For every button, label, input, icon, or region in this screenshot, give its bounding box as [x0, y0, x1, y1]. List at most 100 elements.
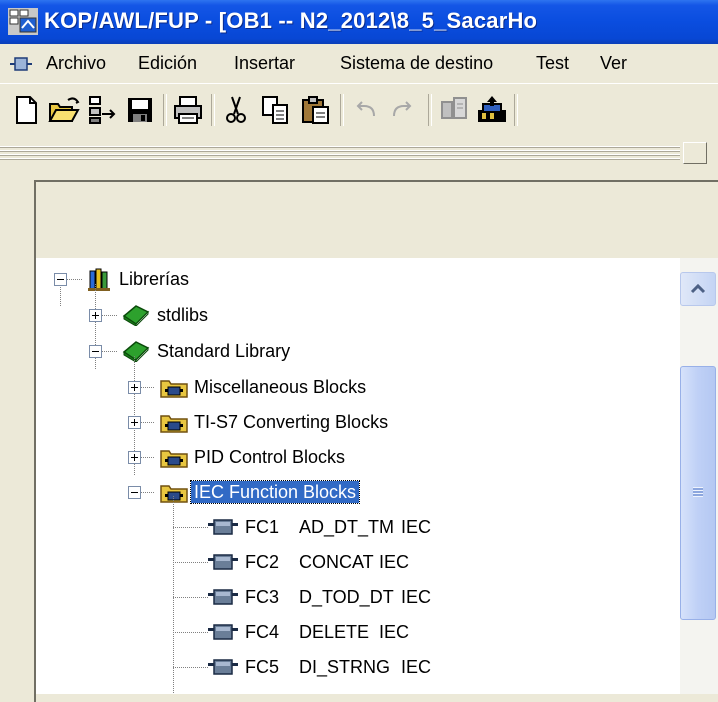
expand-toggle[interactable] [128, 416, 141, 429]
print-icon [174, 96, 202, 124]
accessible-nodes-button[interactable] [82, 90, 122, 130]
window-title: KOP/AWL/FUP - [OB1 -- N2_2012\8_5_SacarH… [44, 8, 538, 33]
tree-item-miscellaneous-blocks[interactable]: Miscellaneous Blocks [36, 372, 676, 402]
library-books-icon [88, 268, 110, 291]
menu-insertar[interactable]: Insertar [234, 53, 295, 74]
document-system-icon[interactable] [10, 57, 32, 71]
function-block-icon [208, 624, 238, 640]
copy-icon [262, 96, 288, 124]
collapse-toggle[interactable] [89, 345, 102, 358]
tree-line [141, 422, 155, 423]
paste-button[interactable] [296, 90, 336, 130]
tree-item-label: Standard Library [157, 341, 291, 361]
tree-item-ti-s7-converting-blocks[interactable]: TI-S7 Converting Blocks [36, 407, 676, 437]
menu-test[interactable]: Test [536, 53, 569, 74]
scroll-thumb[interactable] [680, 366, 716, 620]
block-number: FC5 [245, 657, 280, 677]
tree-line [141, 457, 155, 458]
tree-item-block-fc2[interactable]: FC2 CONCAT IEC [36, 547, 676, 577]
title-bar: KOP/AWL/FUP - [OB1 -- N2_2012\8_5_SacarH… [0, 0, 718, 44]
toolbar-gripper[interactable] [0, 146, 680, 160]
copy-button[interactable] [256, 90, 296, 130]
block-library: IEC [401, 657, 432, 677]
block-library: IEC [401, 587, 432, 607]
tree-line [173, 597, 209, 598]
print-button[interactable] [168, 90, 208, 130]
tree-item-label: TI-S7 Converting Blocks [194, 412, 389, 432]
toolbar-separator [211, 94, 215, 126]
tree-item-block-fc5[interactable]: FC5 DI_STRNG IEC [36, 652, 676, 682]
tree-item-standard-library[interactable]: Standard Library [36, 336, 676, 366]
block-name: D_TOD_DT [299, 587, 394, 607]
block-number: FC2 [245, 552, 280, 572]
green-book-icon [122, 305, 150, 326]
secondary-toolbar-band [0, 140, 718, 172]
undo-button[interactable] [346, 90, 386, 130]
paste-icon [302, 96, 329, 124]
block-number: FC3 [245, 587, 280, 607]
tree-line [173, 527, 209, 528]
library-tree-view[interactable]: Librerías stdlibs Standard Library Misce… [36, 258, 680, 694]
scroll-up-button[interactable] [680, 272, 716, 306]
toolbar-separator [340, 94, 344, 126]
standard-toolbar [0, 83, 718, 140]
function-block-icon [208, 659, 238, 675]
tree-item-stdlibs[interactable]: stdlibs [36, 300, 676, 330]
menu-edicion[interactable]: Edición [138, 53, 197, 74]
undo-icon [356, 101, 375, 117]
toolbar-separator [163, 94, 167, 126]
open-button[interactable] [44, 90, 84, 130]
menu-archivo[interactable]: Archivo [46, 53, 106, 74]
scroll-thumb-grip [693, 487, 703, 497]
toolbar-chevron-button[interactable] [683, 142, 707, 164]
block-number: FC4 [245, 622, 280, 642]
menu-bar: Archivo Edición Insertar Sistema de dest… [0, 44, 718, 83]
panel-header [36, 182, 718, 260]
block-name: AD_DT_TM [299, 517, 395, 537]
collapse-toggle[interactable] [128, 486, 141, 499]
tree-item-label: Miscellaneous Blocks [194, 377, 367, 397]
tree-item-iec-function-blocks[interactable]: IEC Function Blocks [36, 477, 676, 507]
redo-icon [393, 101, 412, 117]
redo-button[interactable] [384, 90, 424, 130]
tree-item-block-fc1[interactable]: FC1 AD_DT_TM IEC [36, 512, 676, 542]
tree-line [102, 351, 118, 352]
block-folder-open-icon [160, 485, 188, 503]
block-number: FC1 [245, 517, 280, 537]
open-icon [48, 97, 80, 122]
cut-button[interactable] [216, 90, 256, 130]
expand-toggle[interactable] [89, 309, 102, 322]
app-icon [8, 8, 38, 35]
load-button[interactable] [434, 90, 474, 130]
tree-line [141, 492, 155, 493]
tree-vertical-scrollbar[interactable] [680, 258, 718, 694]
monitor-button[interactable] [472, 90, 512, 130]
tree-item-label: stdlibs [157, 305, 209, 325]
new-button[interactable] [6, 90, 46, 130]
tree-item-librerias[interactable]: Librerías [36, 264, 676, 294]
cut-icon [226, 96, 246, 123]
tree-item-block-fc3[interactable]: FC3 D_TOD_DT IEC [36, 582, 676, 612]
new-icon [16, 96, 37, 124]
tree-item-label-selected: IEC Function Blocks [189, 480, 361, 504]
chevron-up-icon [690, 283, 706, 294]
tree-item-pid-control-blocks[interactable]: PID Control Blocks [36, 442, 676, 472]
menu-ver[interactable]: Ver [600, 53, 627, 74]
menu-sistema-de-destino[interactable]: Sistema de destino [340, 53, 493, 74]
function-block-icon [208, 589, 238, 605]
function-block-icon [208, 554, 238, 570]
expand-toggle[interactable] [128, 451, 141, 464]
expand-toggle[interactable] [128, 381, 141, 394]
block-name: DI_STRNG [299, 657, 391, 677]
block-name: DELETE [299, 622, 370, 642]
block-library: IEC [379, 552, 410, 572]
tree-item-block-fc4[interactable]: FC4 DELETE IEC [36, 617, 676, 647]
green-book-icon [122, 341, 150, 362]
collapse-toggle[interactable] [54, 273, 67, 286]
save-button[interactable] [120, 90, 160, 130]
block-folder-icon [160, 415, 188, 433]
toolbar-separator [428, 94, 432, 126]
block-library: IEC [379, 622, 410, 642]
tree-line [141, 387, 155, 388]
save-icon [128, 98, 152, 122]
